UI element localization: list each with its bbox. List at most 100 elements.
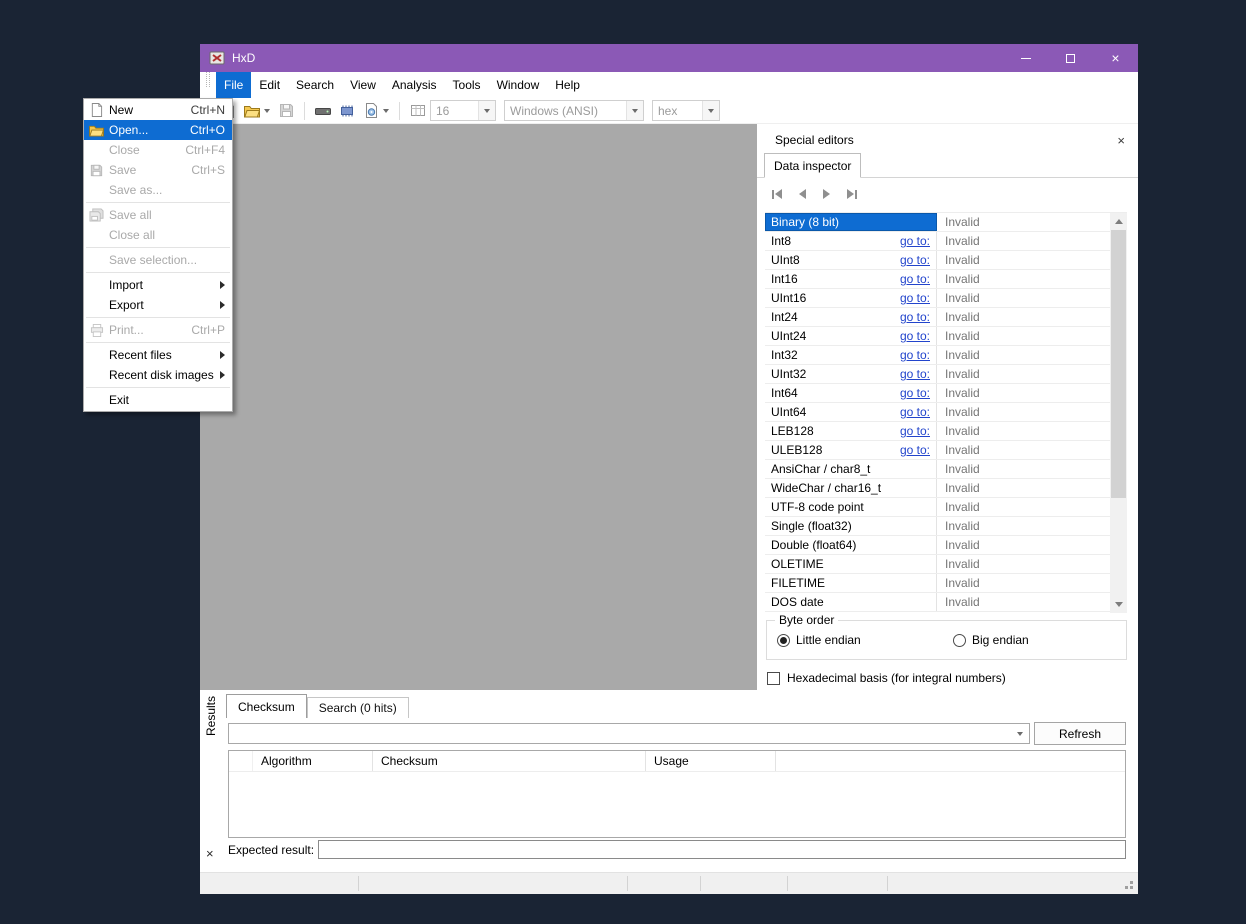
- menu-edit[interactable]: Edit: [251, 72, 288, 98]
- goto-link[interactable]: go to:: [900, 310, 930, 324]
- save-button[interactable]: [276, 100, 296, 122]
- menu-item-recent-disk-images[interactable]: Recent disk images: [84, 365, 232, 385]
- refresh-button[interactable]: Refresh: [1034, 722, 1126, 745]
- value-cell[interactable]: Invalid: [937, 498, 1110, 516]
- goto-link[interactable]: go to:: [900, 424, 930, 438]
- scroll-up-button[interactable]: [1110, 213, 1127, 230]
- value-cell[interactable]: Invalid: [937, 346, 1110, 364]
- minimize-button[interactable]: [1003, 44, 1048, 72]
- disk-image-dropdown-icon[interactable]: [383, 109, 389, 113]
- menu-view[interactable]: View: [342, 72, 384, 98]
- value-cell[interactable]: Invalid: [937, 327, 1110, 345]
- inspector-row[interactable]: Binary (8 bit) Invalid: [765, 213, 1110, 232]
- inspector-row[interactable]: Int8go to: Invalid: [765, 232, 1110, 251]
- column-blank[interactable]: [229, 751, 253, 771]
- menu-tools[interactable]: Tools: [445, 72, 489, 98]
- value-cell[interactable]: Invalid: [937, 270, 1110, 288]
- inspector-row[interactable]: UTF-8 code point Invalid: [765, 498, 1110, 517]
- special-editors-close-button[interactable]: ×: [1117, 133, 1125, 148]
- menu-item-close[interactable]: Close Ctrl+F4: [84, 140, 232, 160]
- value-cell[interactable]: Invalid: [937, 555, 1110, 573]
- value-cell[interactable]: Invalid: [937, 479, 1110, 497]
- inspector-row[interactable]: ULEB128go to: Invalid: [765, 441, 1110, 460]
- menu-item-export[interactable]: Export: [84, 295, 232, 315]
- inspector-row[interactable]: LEB128go to: Invalid: [765, 422, 1110, 441]
- menu-help[interactable]: Help: [547, 72, 588, 98]
- value-cell[interactable]: Invalid: [937, 403, 1110, 421]
- value-cell[interactable]: Invalid: [937, 441, 1110, 459]
- menu-item-save-all[interactable]: Save all: [84, 205, 232, 225]
- maximize-button[interactable]: [1048, 44, 1093, 72]
- resize-grip-icon[interactable]: [1130, 886, 1133, 889]
- value-cell[interactable]: Invalid: [937, 593, 1110, 611]
- inspector-row[interactable]: Int64go to: Invalid: [765, 384, 1110, 403]
- inspector-row[interactable]: WideChar / char16_t Invalid: [765, 479, 1110, 498]
- value-cell[interactable]: Invalid: [937, 289, 1110, 307]
- menu-item-new[interactable]: New Ctrl+N: [84, 100, 232, 120]
- nav-next-button[interactable]: [823, 189, 830, 199]
- goto-link[interactable]: go to:: [900, 443, 930, 457]
- expected-result-input[interactable]: [318, 840, 1126, 859]
- value-cell[interactable]: Invalid: [937, 308, 1110, 326]
- inspector-row[interactable]: UInt32go to: Invalid: [765, 365, 1110, 384]
- value-cell[interactable]: Invalid: [937, 422, 1110, 440]
- scrollbar[interactable]: [1110, 213, 1127, 613]
- menu-item-close-all[interactable]: Close all: [84, 225, 232, 245]
- menu-item-save[interactable]: Save Ctrl+S: [84, 160, 232, 180]
- value-cell[interactable]: Invalid: [937, 536, 1110, 554]
- open-disk-button[interactable]: [313, 100, 333, 122]
- nav-last-button[interactable]: [847, 189, 857, 199]
- goto-link[interactable]: go to:: [900, 348, 930, 362]
- inspector-row[interactable]: UInt64go to: Invalid: [765, 403, 1110, 422]
- menu-item-save-selection[interactable]: Save selection...: [84, 250, 232, 270]
- inspector-row[interactable]: Single (float32) Invalid: [765, 517, 1110, 536]
- menu-item-import[interactable]: Import: [84, 275, 232, 295]
- inspector-row[interactable]: Int16go to: Invalid: [765, 270, 1110, 289]
- big-endian-radio[interactable]: Big endian: [953, 633, 1029, 647]
- inspector-row[interactable]: UInt8go to: Invalid: [765, 251, 1110, 270]
- open-disk-image-button[interactable]: [361, 100, 381, 122]
- results-close-button[interactable]: ×: [206, 846, 214, 861]
- column-algorithm[interactable]: Algorithm: [253, 751, 373, 771]
- scroll-down-button[interactable]: [1110, 596, 1127, 613]
- inspector-row[interactable]: UInt16go to: Invalid: [765, 289, 1110, 308]
- value-cell[interactable]: Invalid: [937, 213, 1110, 231]
- goto-link[interactable]: go to:: [900, 367, 930, 381]
- inspector-row[interactable]: UInt24go to: Invalid: [765, 327, 1110, 346]
- dropdown-icon[interactable]: [478, 101, 495, 120]
- goto-link[interactable]: go to:: [900, 234, 930, 248]
- inspector-row[interactable]: Int24go to: Invalid: [765, 308, 1110, 327]
- value-cell[interactable]: Invalid: [937, 251, 1110, 269]
- inspector-row[interactable]: AnsiChar / char8_t Invalid: [765, 460, 1110, 479]
- bytes-per-row-combobox[interactable]: 16: [430, 100, 496, 121]
- value-cell[interactable]: Invalid: [937, 384, 1110, 402]
- value-cell[interactable]: Invalid: [937, 232, 1110, 250]
- title-bar[interactable]: HxD ×: [200, 44, 1138, 72]
- tab-data-inspector[interactable]: Data inspector: [764, 153, 861, 178]
- menu-item-open[interactable]: Open... Ctrl+O: [84, 120, 232, 140]
- menu-item-exit[interactable]: Exit: [84, 390, 232, 410]
- value-cell[interactable]: Invalid: [937, 574, 1110, 592]
- menu-file[interactable]: File: [216, 72, 251, 98]
- dropdown-icon[interactable]: [1011, 725, 1028, 742]
- value-cell[interactable]: Invalid: [937, 460, 1110, 478]
- menu-item-save-as[interactable]: Save as...: [84, 180, 232, 200]
- nav-prev-button[interactable]: [799, 189, 806, 199]
- open-ram-button[interactable]: [337, 100, 357, 122]
- goto-link[interactable]: go to:: [900, 405, 930, 419]
- column-usage[interactable]: Usage: [646, 751, 776, 771]
- goto-link[interactable]: go to:: [900, 253, 930, 267]
- menu-search[interactable]: Search: [288, 72, 342, 98]
- hexadecimal-basis-checkbox[interactable]: Hexadecimal basis (for integral numbers): [767, 671, 1006, 685]
- inspector-row[interactable]: OLETIME Invalid: [765, 555, 1110, 574]
- encoding-combobox[interactable]: Windows (ANSI): [504, 100, 644, 121]
- menu-item-print[interactable]: Print... Ctrl+P: [84, 320, 232, 340]
- inspector-row[interactable]: Int32go to: Invalid: [765, 346, 1110, 365]
- little-endian-radio[interactable]: Little endian: [777, 633, 953, 647]
- dropdown-icon[interactable]: [626, 101, 643, 120]
- inspector-row[interactable]: FILETIME Invalid: [765, 574, 1110, 593]
- column-checksum[interactable]: Checksum: [373, 751, 646, 771]
- inspector-row[interactable]: Double (float64) Invalid: [765, 536, 1110, 555]
- open-dropdown-icon[interactable]: [264, 109, 270, 113]
- offset-base-combobox[interactable]: hex: [652, 100, 720, 121]
